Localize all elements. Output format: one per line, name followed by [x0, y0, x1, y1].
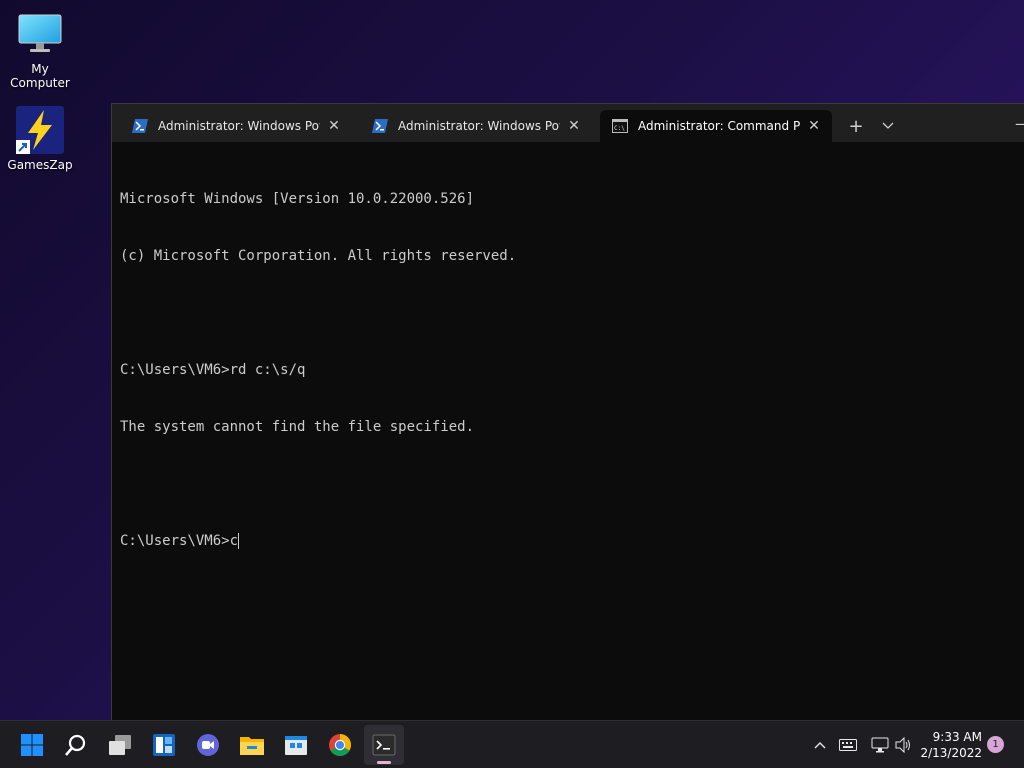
network-icon — [871, 737, 889, 753]
notification-badge[interactable]: 1 — [987, 736, 1004, 753]
desktop-icon-gameszap[interactable]: GamesZap — [0, 106, 80, 172]
volume-button[interactable] — [892, 733, 916, 757]
keyboard-icon — [839, 739, 857, 751]
store-icon — [285, 736, 307, 755]
clock-date: 2/13/2022 — [920, 746, 982, 760]
desktop-icon-label: My Computer — [10, 62, 70, 90]
text-cursor — [238, 533, 240, 549]
chrome-icon — [329, 734, 351, 756]
terminal-icon — [372, 734, 396, 756]
console-line: Microsoft Windows [Version 10.0.22000.52… — [120, 191, 475, 207]
tab-powershell-2[interactable]: Administrator: Windows PowerS ✕ — [360, 110, 592, 142]
file-explorer-button[interactable] — [232, 725, 272, 765]
task-view-button[interactable] — [100, 725, 140, 765]
widgets-button[interactable] — [144, 725, 184, 765]
console-prompt-text: C:\Users\VM6>c — [120, 533, 239, 549]
file-explorer-icon — [240, 737, 264, 755]
new-tab-button[interactable]: + — [840, 110, 872, 142]
search-icon — [65, 734, 86, 756]
chevron-down-icon — [882, 122, 894, 129]
clock[interactable]: 9:33 AM 2/13/2022 — [920, 729, 982, 761]
console-line: The system cannot find the file specifie… — [120, 419, 475, 435]
console-line: C:\Users\VM6>rd c:\s/q — [120, 362, 306, 378]
lightning-icon — [16, 106, 64, 154]
active-indicator — [377, 761, 391, 764]
search-button[interactable] — [56, 725, 96, 765]
svg-text:C:\: C:\ — [614, 125, 625, 132]
cmd-icon: C:\ — [612, 118, 628, 134]
desktop-icon-my-computer[interactable]: My Computer — [0, 10, 80, 90]
taskbar: 9:33 AM 2/13/2022 1 — [0, 720, 1024, 768]
keyboard-button[interactable] — [836, 733, 860, 757]
tab-title: Administrator: Windows PowerS — [398, 119, 560, 133]
tab-powershell-1[interactable]: Administrator: Windows PowerS ✕ — [120, 110, 352, 142]
tab-title: Administrator: Windows PowerS — [158, 119, 320, 133]
console-line: (c) Microsoft Corporation. All rights re… — [120, 248, 517, 264]
chrome-button[interactable] — [320, 725, 360, 765]
network-button[interactable] — [868, 733, 892, 757]
console-prompt-line[interactable]: C:\Users\VM6>c — [120, 532, 1017, 551]
monitor-icon — [16, 10, 64, 58]
close-icon[interactable]: ✕ — [324, 118, 344, 134]
terminal-window: Administrator: Windows PowerS ✕ Administ… — [111, 103, 1024, 721]
show-hidden-icons-button[interactable] — [808, 733, 832, 757]
tab-bar: Administrator: Windows PowerS ✕ Administ… — [112, 104, 1024, 142]
desktop-icon-label: GamesZap — [7, 158, 73, 172]
teams-chat-button[interactable] — [188, 725, 228, 765]
console-output[interactable]: Microsoft Windows [Version 10.0.22000.52… — [112, 142, 1024, 599]
terminal-taskbar-button[interactable] — [364, 725, 404, 765]
close-icon[interactable]: ✕ — [564, 118, 584, 134]
store-button[interactable] — [276, 725, 316, 765]
tab-dropdown-button[interactable] — [872, 110, 904, 142]
tab-title: Administrator: Command Promp — [638, 119, 800, 133]
task-view-icon — [109, 735, 131, 755]
speaker-icon — [895, 737, 910, 753]
clock-time: 9:33 AM — [932, 730, 982, 744]
powershell-icon — [132, 118, 148, 134]
widgets-icon — [153, 734, 175, 756]
close-icon[interactable]: ✕ — [804, 118, 824, 134]
start-icon — [21, 734, 43, 756]
powershell-icon — [372, 118, 388, 134]
minimize-button[interactable]: — — [1015, 114, 1024, 133]
chevron-up-icon — [814, 742, 826, 749]
teams-chat-icon — [197, 734, 219, 756]
start-button[interactable] — [12, 725, 52, 765]
tab-command-prompt[interactable]: C:\ Administrator: Command Promp ✕ — [600, 110, 832, 142]
